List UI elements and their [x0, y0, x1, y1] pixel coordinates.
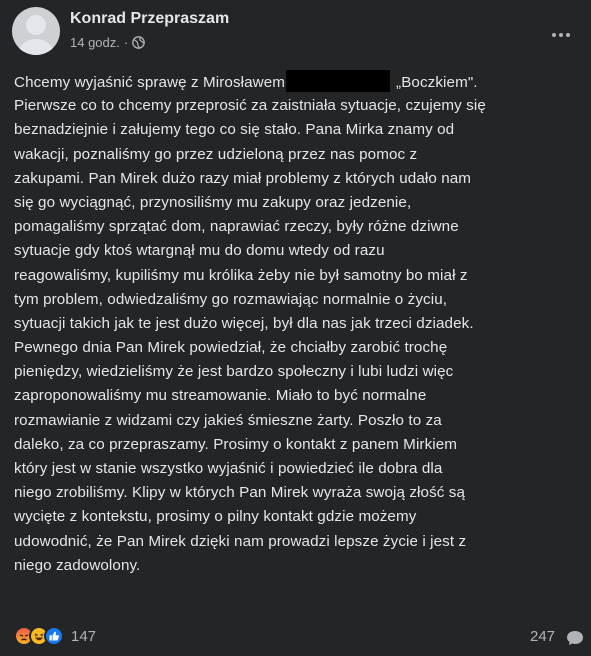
- post-text-line: Chcemy wyjaśnić sprawę z Mirosławem „Bocz…: [14, 70, 580, 94]
- more-dot: [566, 33, 570, 37]
- avatar[interactable]: [12, 7, 60, 55]
- post-text-line: zaproponowaliśmy mu streamowanie. Miało …: [14, 387, 427, 405]
- post-text-line: reagowaliśmy, kupiliśmy mu królika żeby …: [14, 266, 468, 284]
- post-text-line: Pewnego dnia Pan Mirek powiedział, że ch…: [14, 339, 448, 357]
- post-text-line: sytuacje gdy ktoś wtargnął mu do domu wt…: [14, 242, 385, 260]
- globe-icon: [132, 36, 146, 49]
- post-text-line: który jest w stanie wszystko wyjaśnić i …: [14, 460, 443, 477]
- post-text-line: się go wyciągnąć, przynosiliśmy mu zakup…: [14, 193, 412, 211]
- post-text-segment: Chcemy wyjaśnić sprawę z Mirosławem: [14, 74, 286, 91]
- comment-count[interactable]: 247: [530, 628, 555, 645]
- post-text-line: zakupami. Pan Mirek dużo razy miał probl…: [14, 169, 472, 187]
- more-options-button[interactable]: [544, 18, 578, 52]
- facebook-post: Konrad Przepraszam 14 godz. · Chcemy wyj…: [0, 0, 591, 656]
- avatar-body-shape: [18, 39, 54, 55]
- more-dot: [552, 33, 556, 37]
- post-text-line: tym problem, odwiedzaliśmy go rozmawiają…: [14, 290, 448, 308]
- reaction-count: 147: [71, 627, 97, 645]
- post-body: Chcemy wyjaśnić sprawę z Mirosławem „Bocz…: [14, 70, 580, 578]
- avatar-head-shape: [26, 15, 46, 35]
- post-text-line: wycięte z kontekstu, prosimy o pilny kon…: [14, 508, 417, 526]
- post-subline: 14 godz. ·: [70, 35, 229, 50]
- like-reaction-icon: [44, 626, 64, 646]
- post-meta: Konrad Przepraszam 14 godz. ·: [70, 9, 229, 50]
- separator-dot: ·: [123, 35, 129, 50]
- post-text-line: Pierwsze co to chcemy przeprosić za zais…: [14, 97, 486, 115]
- post-text-line: beznadziejnie i załujemy tego co się sta…: [14, 121, 455, 139]
- post-text-line: udowodnić, że Pan Mirek dzięki nam prowa…: [14, 532, 467, 550]
- post-text-line: wakacji, poznaliśmy go przez udzieloną p…: [14, 145, 418, 163]
- more-dot: [559, 33, 563, 37]
- post-text-line: rozmawianie z widzami czy jakieś śmieszn…: [14, 411, 442, 429]
- comment-icon[interactable]: [566, 630, 584, 646]
- post-text-line: pieniędzy, wiedzieliśmy że jest bardzo s…: [14, 363, 454, 381]
- reactions-summary[interactable]: 147: [14, 626, 96, 646]
- post-text-line: niego zadowolony.: [14, 556, 141, 574]
- post-text-line: sytuacji takich jak te jest dużo więcej,…: [14, 314, 474, 332]
- post-header: Konrad Przepraszam 14 godz. ·: [12, 7, 229, 55]
- post-text-line: niego zrobiliśmy. Klipy w których Pan Mi…: [14, 484, 466, 502]
- post-time[interactable]: 14 godz.: [70, 35, 120, 50]
- post-text-line: daleko, za co przepraszamy. Prosimy o ko…: [14, 435, 458, 453]
- post-text-line: pomagaliśmy sprzątać dom, naprawiać rzec…: [14, 218, 459, 236]
- post-text-segment: „Boczkiem".: [396, 74, 478, 91]
- author-name[interactable]: Konrad Przepraszam: [70, 9, 229, 29]
- redaction-box: [286, 70, 391, 92]
